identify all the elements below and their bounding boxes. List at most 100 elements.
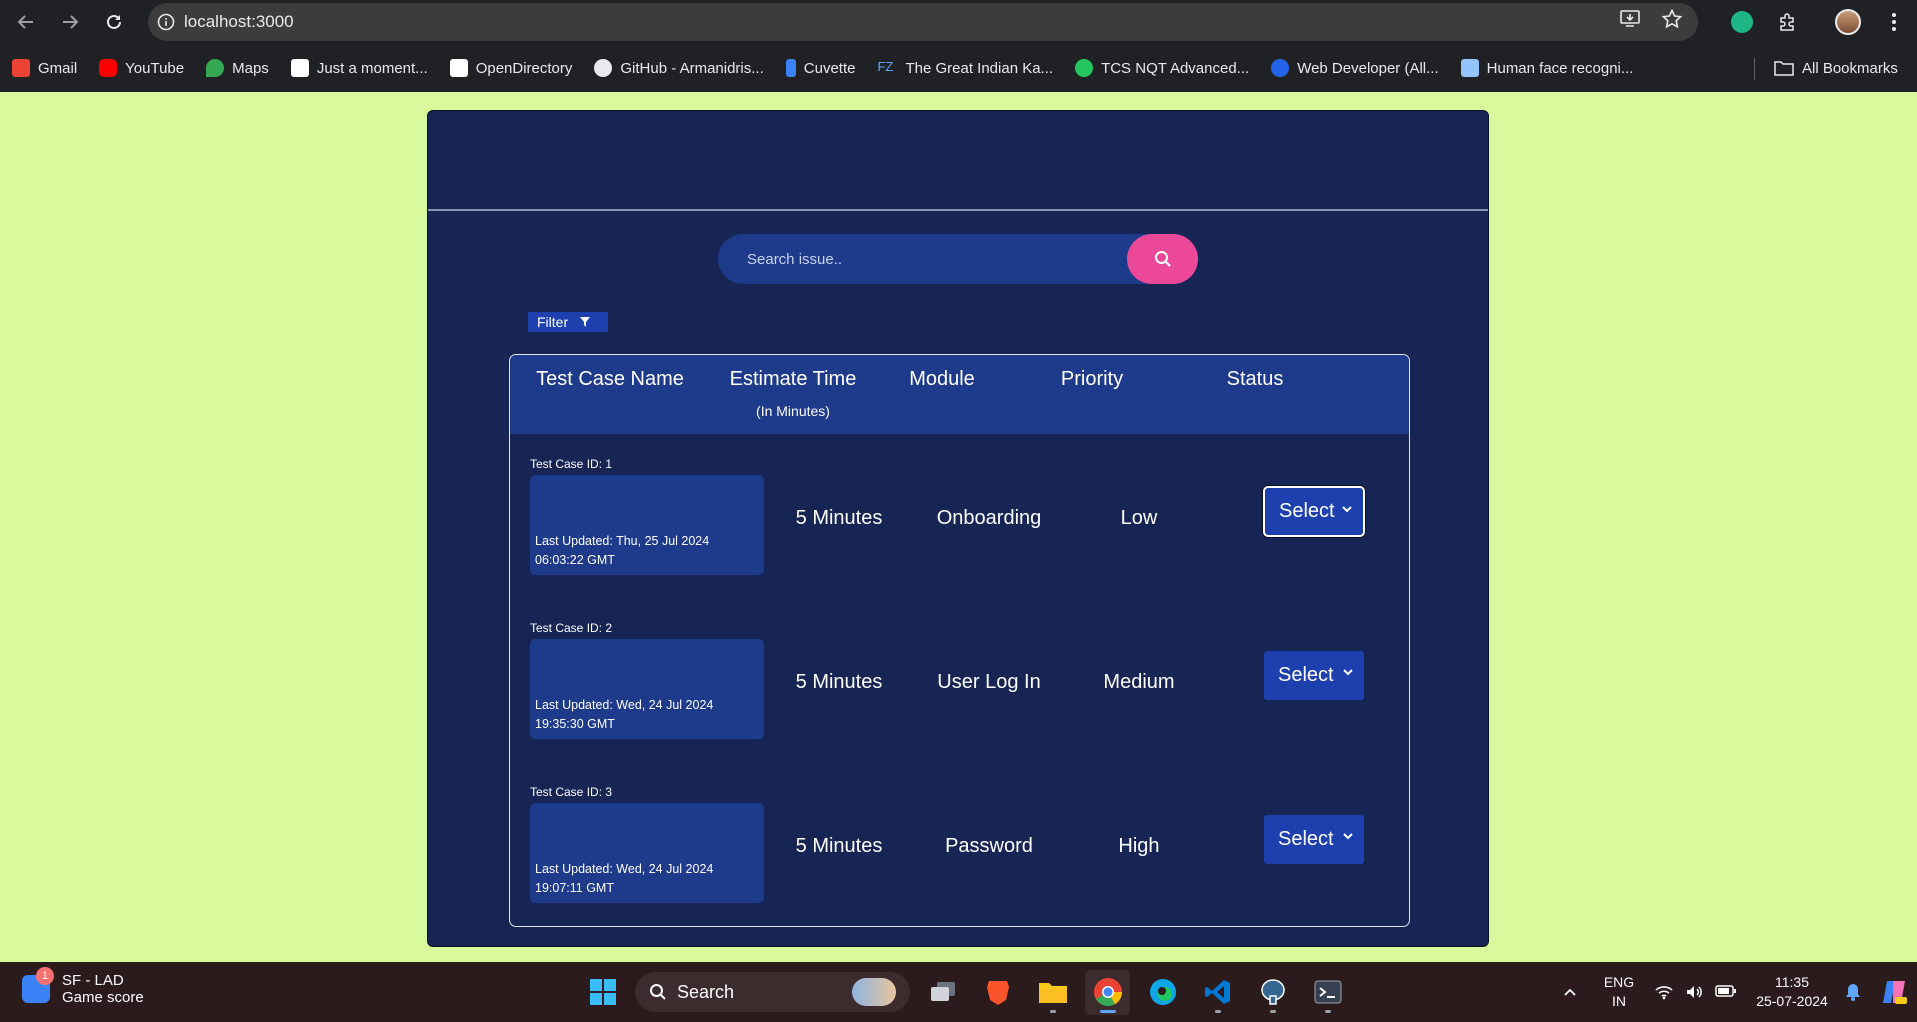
chevron-down-icon (1343, 833, 1353, 840)
clock-time: 11:35 (1775, 974, 1809, 990)
bookmark-human-face[interactable]: Human face recogni... (1460, 59, 1633, 77)
module-cell: Onboarding (936, 507, 1042, 529)
chevron-down-icon (1342, 506, 1352, 513)
filter-button[interactable]: Filter (528, 312, 608, 332)
filter-funnel-icon (580, 317, 591, 327)
folder-icon (1038, 983, 1067, 1003)
bookmark-tcs-nqt[interactable]: TCS NQT Advanced... (1075, 59, 1249, 77)
maps-pin-icon (206, 59, 225, 77)
test-case-name-box[interactable]: Last Updated: Thu, 25 Jul 2024 06:03:22 … (530, 475, 764, 575)
reload-button[interactable] (92, 0, 136, 44)
show-hidden-icons-button[interactable] (1545, 987, 1595, 997)
system-tray[interactable] (1643, 984, 1749, 1000)
priority-cell: Medium (1103, 671, 1175, 693)
taskbar-app-terminal[interactable] (1305, 970, 1350, 1015)
github-icon (594, 59, 613, 77)
face-icon (1460, 59, 1479, 77)
bookmarks-divider (1754, 58, 1755, 80)
module-cell: Password (945, 835, 1033, 857)
header-estimate-unit: (In Minutes) (756, 403, 830, 419)
fz-icon: FZ (877, 59, 894, 74)
bookmark-cuvette[interactable]: Cuvette (785, 59, 855, 77)
postgresql-elephant-icon (1260, 979, 1285, 1005)
all-bookmarks-button[interactable]: All Bookmarks (1774, 44, 1898, 92)
table-row: Test Case ID: 3 Last Updated: Wed, 24 Ju… (510, 785, 1409, 905)
last-updated: Last Updated: Wed, 24 Jul 2024 19:35:30 … (535, 698, 714, 731)
taskbar-app-edge[interactable] (1140, 970, 1185, 1015)
copilot-button[interactable] (1871, 977, 1917, 1007)
clock-date: 25-07-2024 (1756, 993, 1828, 1009)
volume-icon (1687, 986, 1702, 998)
extension-green-icon[interactable] (1719, 0, 1765, 44)
wifi-icon (1655, 986, 1673, 1000)
language-indicator[interactable]: ENG IN (1595, 973, 1643, 1011)
taskbar-app-taskview[interactable] (920, 970, 965, 1015)
search-icon (1154, 251, 1171, 267)
header-test-case-name: Test Case Name (536, 368, 684, 390)
bookmark-star-icon[interactable] (1661, 8, 1683, 35)
install-app-icon[interactable] (1620, 10, 1640, 34)
menu-kebab-icon[interactable] (1871, 0, 1917, 44)
address-bar[interactable]: localhost:3000 (148, 3, 1698, 41)
status-select[interactable]: Select (1263, 486, 1365, 537)
table-row: Test Case ID: 1 Last Updated: Thu, 25 Ju… (510, 457, 1409, 577)
search-button[interactable] (1127, 234, 1198, 284)
brave-icon (986, 981, 1009, 1005)
terminal-icon (1314, 980, 1341, 1004)
page-icon (290, 59, 309, 77)
last-updated: Last Updated: Thu, 25 Jul 2024 06:03:22 … (535, 534, 710, 567)
page-icon (449, 59, 468, 77)
bookmark-maps[interactable]: Maps (206, 59, 269, 77)
task-view-icon (930, 982, 955, 1001)
taskbar-app-file-explorer[interactable] (1030, 970, 1075, 1015)
status-select-value: Select (1279, 500, 1335, 522)
bookmark-web-developer[interactable]: Web Developer (All... (1271, 59, 1439, 77)
back-button[interactable] (4, 0, 48, 44)
profile-avatar[interactable] (1825, 0, 1871, 44)
tcs-icon (1075, 59, 1094, 77)
clock[interactable]: 11:35 25-07-2024 (1749, 973, 1835, 1011)
chevron-up-icon (1564, 988, 1576, 996)
status-select[interactable]: Select (1264, 815, 1364, 864)
widgets-button[interactable]: 1 SF - LAD Game score (22, 967, 144, 1006)
bookmark-just-a-moment[interactable]: Just a moment... (290, 59, 428, 77)
test-case-name-box[interactable]: Last Updated: Wed, 24 Jul 2024 19:07:11 … (530, 803, 764, 903)
taskbar-search[interactable]: Search (635, 972, 910, 1012)
taskbar-app-chrome[interactable] (1085, 969, 1130, 1015)
extensions-puzzle-icon[interactable] (1765, 0, 1811, 44)
priority-cell: Low (1120, 507, 1158, 529)
taskbar-app-postgresql[interactable] (1250, 970, 1295, 1015)
table-header: Test Case Name Estimate Time (In Minutes… (510, 355, 1409, 434)
gmail-icon (12, 59, 30, 77)
bookmark-gmail[interactable]: Gmail (12, 59, 77, 77)
start-button[interactable] (580, 970, 625, 1015)
header-estimate-time: Estimate Time (729, 368, 857, 390)
web-dev-icon (1271, 59, 1290, 77)
search-input[interactable] (718, 234, 1128, 284)
browser-toolbar: localhost:3000 (0, 0, 1917, 44)
bookmark-youtube[interactable]: YouTube (99, 59, 184, 77)
bell-icon (1846, 984, 1860, 1001)
bookmark-opendirectory[interactable]: OpenDirectory (449, 59, 572, 77)
notifications-button[interactable] (1835, 983, 1871, 1001)
status-select-value: Select (1278, 828, 1334, 850)
taskbar-app-brave[interactable] (975, 970, 1020, 1015)
bookmark-github[interactable]: GitHub - Armanidris... (594, 59, 764, 77)
sports-widget-icon: 1 (22, 967, 54, 1003)
card-header (428, 111, 1488, 211)
test-case-card: Filter Test Case Name Estimate Time (In … (427, 110, 1489, 947)
test-case-name-box[interactable]: Last Updated: Wed, 24 Jul 2024 19:35:30 … (530, 639, 764, 739)
widget-title: SF - LAD (62, 972, 124, 989)
taskbar-app-vscode[interactable] (1195, 970, 1240, 1015)
url-text[interactable]: localhost:3000 (184, 12, 294, 32)
site-info-icon[interactable] (148, 13, 184, 31)
header-priority: Priority (1060, 368, 1124, 390)
forward-button[interactable] (48, 0, 92, 44)
status-select[interactable]: Select (1264, 651, 1364, 700)
bookmark-great-indian[interactable]: FZ The Great Indian Ka... (877, 59, 1053, 77)
vscode-icon (1204, 980, 1230, 1004)
copilot-icon (1883, 981, 1907, 1004)
test-case-id: Test Case ID: 2 (530, 621, 613, 635)
chevron-down-icon (1343, 669, 1353, 676)
last-updated: Last Updated: Wed, 24 Jul 2024 19:07:11 … (535, 862, 714, 895)
